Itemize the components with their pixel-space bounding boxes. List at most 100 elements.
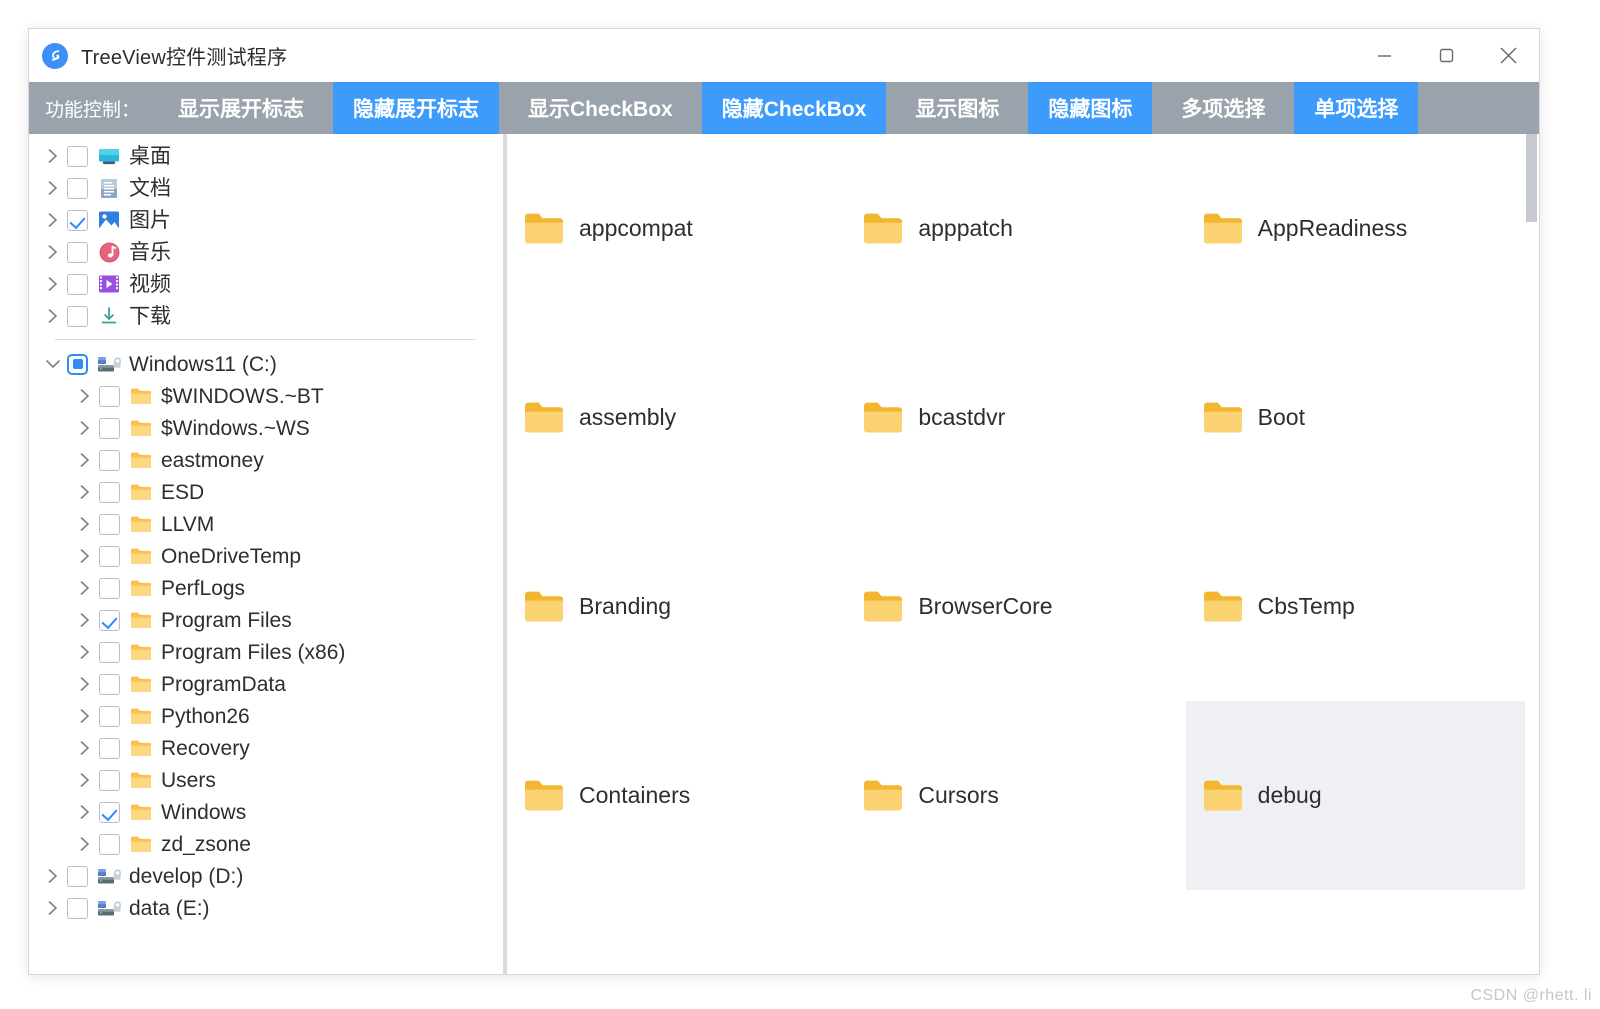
tree-row[interactable]: ESD bbox=[29, 476, 502, 508]
folder-item[interactable]: appcompat bbox=[507, 134, 846, 323]
tree-row[interactable]: Windows bbox=[29, 796, 502, 828]
chevron-right-icon[interactable] bbox=[39, 147, 67, 165]
chevron-right-icon[interactable] bbox=[71, 451, 99, 469]
tree-row[interactable]: zd_zsone bbox=[29, 828, 502, 860]
tree-row-checkbox[interactable] bbox=[99, 385, 120, 407]
tree-row-checkbox[interactable] bbox=[99, 609, 120, 631]
chevron-right-icon[interactable] bbox=[71, 579, 99, 597]
tree-row[interactable]: Python26 bbox=[29, 700, 502, 732]
chevron-right-icon[interactable] bbox=[71, 803, 99, 821]
chevron-right-icon[interactable] bbox=[71, 611, 99, 629]
tree-row-checkbox[interactable] bbox=[67, 209, 88, 231]
toolbar-button-4[interactable]: 隐藏CheckBox bbox=[701, 82, 887, 134]
tree-row-checkbox[interactable] bbox=[99, 705, 120, 727]
tree-row[interactable]: eastmoney bbox=[29, 444, 502, 476]
tree-row[interactable]: Recovery bbox=[29, 732, 502, 764]
folder-item[interactable]: Containers bbox=[507, 701, 846, 890]
tree-row-checkbox[interactable] bbox=[99, 513, 120, 535]
chevron-right-icon[interactable] bbox=[71, 675, 99, 693]
tree-row-checkbox[interactable] bbox=[67, 865, 88, 887]
tree-row[interactable]: 视频 bbox=[29, 268, 502, 300]
tree-row[interactable]: PerfLogs bbox=[29, 572, 502, 604]
tree-row-checkbox[interactable] bbox=[99, 417, 120, 439]
chevron-right-icon[interactable] bbox=[71, 707, 99, 725]
tree-row[interactable]: 文档 bbox=[29, 172, 502, 204]
tree-row[interactable]: Program Files (x86) bbox=[29, 636, 502, 668]
chevron-right-icon[interactable] bbox=[71, 547, 99, 565]
folder-item[interactable]: assembly bbox=[507, 323, 846, 512]
folder-item[interactable]: bcastdvr bbox=[846, 323, 1185, 512]
chevron-right-icon[interactable] bbox=[71, 419, 99, 437]
chevron-right-icon[interactable] bbox=[39, 179, 67, 197]
tree-row[interactable]: ProgramData bbox=[29, 668, 502, 700]
tree-row[interactable]: OneDriveTemp bbox=[29, 540, 502, 572]
tree-row-checkbox[interactable] bbox=[99, 481, 120, 503]
toolbar-button-7[interactable]: 多项选择 bbox=[1161, 82, 1285, 134]
tree-row[interactable]: Windows11 (C:) bbox=[29, 348, 502, 380]
tree-row-checkbox[interactable] bbox=[67, 177, 88, 199]
tree-row-checkbox[interactable] bbox=[67, 273, 88, 295]
close-icon[interactable] bbox=[1477, 29, 1539, 82]
toolbar-button-1[interactable]: 显示展开标志 bbox=[158, 82, 324, 134]
tree-row[interactable]: data (E:) bbox=[29, 892, 502, 924]
tree-row-checkbox[interactable] bbox=[99, 641, 120, 663]
tree-row[interactable]: 桌面 bbox=[29, 140, 502, 172]
folder-scrollbar-thumb[interactable] bbox=[1526, 134, 1537, 222]
chevron-right-icon[interactable] bbox=[71, 739, 99, 757]
folder-item[interactable]: CbsTemp bbox=[1186, 512, 1525, 701]
tree-row-checkbox[interactable] bbox=[99, 769, 120, 791]
tree-row[interactable]: 音乐 bbox=[29, 236, 502, 268]
toolbar-button-2[interactable]: 隐藏展开标志 bbox=[333, 82, 500, 134]
tree-view-pane[interactable]: 桌面 文档 图片 音乐 视频 下载 Windows11 (C:) $WINDOWS.~BT $… bbox=[29, 134, 503, 974]
chevron-right-icon[interactable] bbox=[39, 899, 67, 917]
tree-row[interactable]: LLVM bbox=[29, 508, 502, 540]
content-area: 桌面 文档 图片 音乐 视频 下载 Windows11 (C:) $WINDOWS.~BT $… bbox=[29, 134, 1539, 974]
tree-row-checkbox[interactable] bbox=[99, 737, 120, 759]
tree-row[interactable]: develop (D:) bbox=[29, 860, 502, 892]
toolbar-button-8[interactable]: 单项选择 bbox=[1294, 82, 1419, 134]
tree-row-checkbox[interactable] bbox=[99, 545, 120, 567]
tree-row-checkbox[interactable] bbox=[99, 833, 120, 855]
chevron-right-icon[interactable] bbox=[71, 771, 99, 789]
folder-item[interactable]: Boot bbox=[1186, 323, 1525, 512]
folder-item-selected[interactable]: debug bbox=[1185, 701, 1525, 890]
chevron-right-icon[interactable] bbox=[71, 387, 99, 405]
tree-row[interactable]: $WINDOWS.~BT bbox=[29, 380, 502, 412]
folder-item[interactable]: Cursors bbox=[846, 701, 1185, 890]
chevron-right-icon[interactable] bbox=[39, 243, 67, 261]
folder-item[interactable]: apppatch bbox=[846, 134, 1185, 323]
tree-row[interactable]: $Windows.~WS bbox=[29, 412, 502, 444]
folder-list-pane[interactable]: appcompat apppatch AppReadiness assembly bca… bbox=[507, 134, 1539, 974]
tree-row[interactable]: 下载 bbox=[29, 300, 502, 332]
folder-item[interactable]: AppReadiness bbox=[1186, 134, 1525, 323]
tree-row-checkbox[interactable] bbox=[67, 353, 88, 375]
tree-row[interactable]: 图片 bbox=[29, 204, 502, 236]
tree-row[interactable]: Users bbox=[29, 764, 502, 796]
tree-row-checkbox[interactable] bbox=[67, 241, 88, 263]
chevron-right-icon[interactable] bbox=[39, 307, 67, 325]
chevron-right-icon[interactable] bbox=[39, 275, 67, 293]
chevron-right-icon[interactable] bbox=[71, 483, 99, 501]
chevron-down-icon[interactable] bbox=[39, 357, 67, 371]
toolbar-button-5[interactable]: 显示图标 bbox=[895, 82, 1019, 134]
tree-row-checkbox[interactable] bbox=[99, 449, 120, 471]
chevron-right-icon[interactable] bbox=[71, 643, 99, 661]
chevron-right-icon[interactable] bbox=[71, 515, 99, 533]
tree-row-checkbox[interactable] bbox=[99, 801, 120, 823]
chevron-right-icon[interactable] bbox=[71, 835, 99, 853]
tree-row-checkbox[interactable] bbox=[67, 897, 88, 919]
tree-row-checkbox[interactable] bbox=[99, 577, 120, 599]
folder-scrollbar[interactable] bbox=[1526, 134, 1537, 974]
tree-row-checkbox[interactable] bbox=[67, 145, 88, 167]
tree-row[interactable]: Program Files bbox=[29, 604, 502, 636]
folder-item[interactable]: BrowserCore bbox=[846, 512, 1185, 701]
folder-item[interactable]: Branding bbox=[507, 512, 846, 701]
chevron-right-icon[interactable] bbox=[39, 211, 67, 229]
toolbar-button-6[interactable]: 隐藏图标 bbox=[1028, 82, 1153, 134]
minimize-icon[interactable] bbox=[1353, 29, 1415, 82]
toolbar-button-3[interactable]: 显示CheckBox bbox=[508, 82, 693, 134]
tree-row-checkbox[interactable] bbox=[99, 673, 120, 695]
maximize-icon[interactable] bbox=[1415, 29, 1477, 82]
tree-row-checkbox[interactable] bbox=[67, 305, 88, 327]
chevron-right-icon[interactable] bbox=[39, 867, 67, 885]
